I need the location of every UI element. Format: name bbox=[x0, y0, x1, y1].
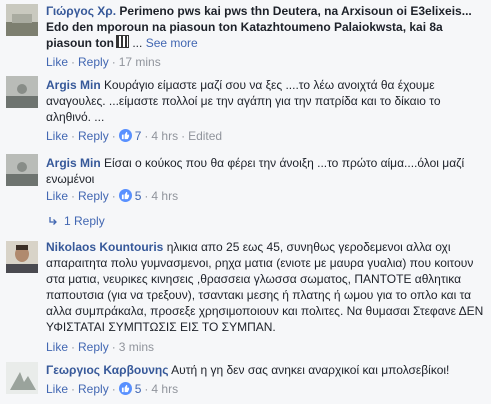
like-link[interactable]: Like bbox=[46, 340, 68, 354]
like-count-icon bbox=[118, 382, 132, 395]
like-link[interactable]: Like bbox=[46, 382, 68, 396]
comment-text: Είσαι ο κούκος που θα φέρει την άνοιξη .… bbox=[46, 156, 465, 186]
comment-5: Γεωργιος Καρβουνης Αυτή η γη δεν σας ανη… bbox=[0, 358, 491, 404]
comment-meta: Like · Reply · 3 mins bbox=[46, 340, 155, 354]
reply-link[interactable]: Reply bbox=[78, 129, 109, 143]
avatar[interactable] bbox=[6, 241, 38, 273]
emoji-icon bbox=[116, 35, 129, 48]
timestamp[interactable]: 3 mins bbox=[119, 340, 154, 354]
like-link[interactable]: Like bbox=[46, 55, 68, 69]
like-count[interactable]: 5 bbox=[135, 189, 142, 203]
avatar[interactable] bbox=[6, 4, 38, 36]
replies-count[interactable]: 1 Reply bbox=[64, 214, 105, 228]
timestamp[interactable]: 17 mins bbox=[119, 55, 161, 69]
timestamp[interactable]: 4 hrs bbox=[151, 382, 178, 396]
avatar[interactable] bbox=[6, 76, 38, 108]
comment-meta: Like · Reply · 5 · 4 hrs bbox=[46, 189, 179, 203]
comment-1: Γιώργος Χρ. Perimeno pws kai pws thn Deu… bbox=[0, 0, 491, 69]
reply-link[interactable]: Reply bbox=[78, 382, 109, 396]
like-count[interactable]: 7 bbox=[135, 129, 142, 143]
reply-link[interactable]: Reply bbox=[78, 55, 109, 69]
timestamp[interactable]: 4 hrs bbox=[151, 129, 178, 143]
comment-author[interactable]: Argis Min bbox=[46, 156, 101, 170]
comment-4: Nikolaos Kountouris ηλικια απο 25 εως 45… bbox=[0, 236, 491, 356]
like-count[interactable]: 5 bbox=[135, 382, 142, 396]
avatar[interactable] bbox=[6, 154, 38, 186]
comment-meta: Like · Reply · 17 mins bbox=[46, 55, 161, 69]
like-count-icon bbox=[118, 129, 132, 142]
comment-author[interactable]: Argis Min bbox=[46, 78, 101, 92]
ellipsis: ... bbox=[132, 36, 143, 50]
comment-author[interactable]: Γεωργιος Καρβουνης bbox=[46, 363, 168, 377]
like-count-icon bbox=[118, 189, 132, 202]
edited-label[interactable]: Edited bbox=[188, 129, 222, 143]
timestamp[interactable]: 4 hrs bbox=[151, 189, 178, 203]
comment-author[interactable]: Γιώργος Χρ. bbox=[46, 4, 116, 18]
like-link[interactable]: Like bbox=[46, 189, 68, 203]
comment-text: Κουράγιο είμαστε μαζί σου να ξες ....το … bbox=[46, 78, 441, 124]
reply-arrow-icon bbox=[49, 217, 57, 225]
comment-2: Argis Min Κουράγιο είμαστε μαζί σου να ξ… bbox=[0, 72, 491, 150]
reply-link[interactable]: Reply bbox=[78, 189, 109, 203]
comment-meta: Like · Reply · 5 · 4 hrs bbox=[46, 382, 179, 396]
comment-text: ηλικια απο 25 εως 45, συνηθως γεροδεμενο… bbox=[46, 240, 484, 334]
comment-text: Αυτή η γη δεν σας ανηκει αναρχικοί και μ… bbox=[171, 363, 450, 377]
like-link[interactable]: Like bbox=[46, 129, 68, 143]
comment-3: Argis Min Είσαι ο κούκος που θα φέρει τη… bbox=[0, 150, 491, 230]
see-more-link[interactable]: See more bbox=[146, 36, 198, 50]
view-replies-link[interactable]: 1 Reply bbox=[48, 214, 105, 228]
avatar[interactable] bbox=[6, 362, 38, 394]
comment-meta: Like · Reply · 7 · 4 hrs · Edited bbox=[46, 129, 223, 143]
reply-link[interactable]: Reply bbox=[78, 340, 109, 354]
comment-author[interactable]: Nikolaos Kountouris bbox=[46, 240, 163, 254]
